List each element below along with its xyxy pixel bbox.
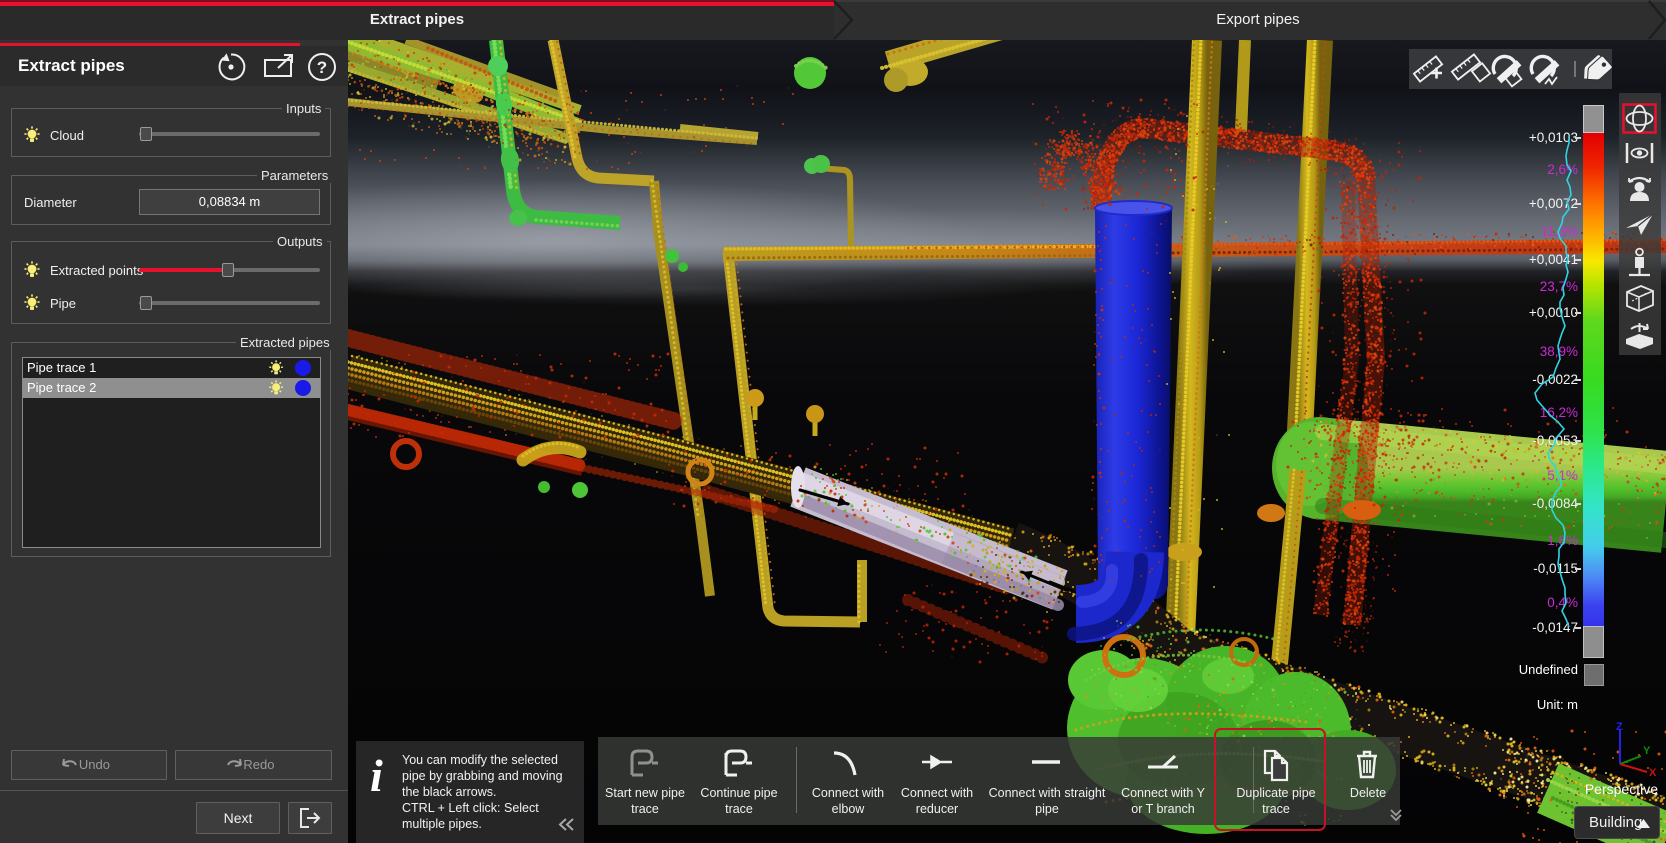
svg-text:X: X [1649, 767, 1657, 779]
svg-text:Y: Y [1643, 745, 1651, 757]
svg-text:Z: Z [1616, 721, 1623, 733]
svg-text:?: ? [317, 58, 327, 77]
